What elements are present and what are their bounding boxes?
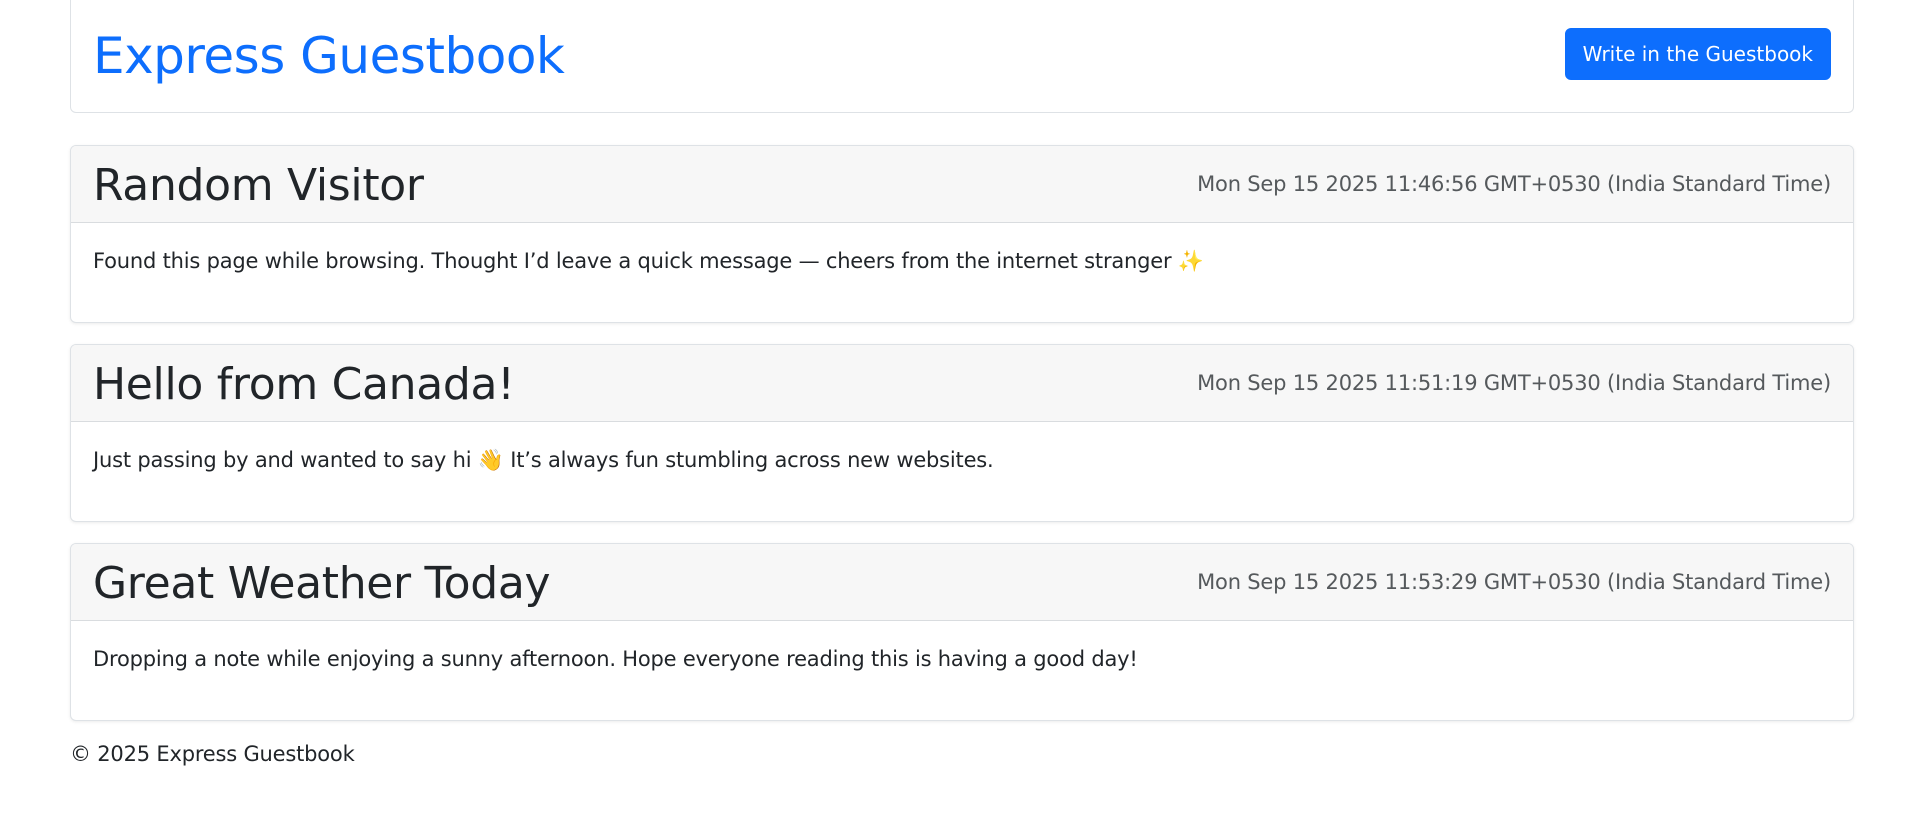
entry-message: Dropping a note while enjoying a sunny a… — [93, 647, 1138, 671]
entry-title: Random Visitor — [93, 160, 424, 211]
write-guestbook-button[interactable]: Write in the Guestbook — [1564, 28, 1831, 80]
site-footer: © 2025 Express Guestbook — [70, 742, 355, 766]
page-container: Express Guestbook Write in the Guestbook… — [70, 0, 1854, 766]
entry-message: Just passing by and wanted to say hi 👋 I… — [93, 448, 994, 472]
entry-message: Found this page while browsing. Thought … — [93, 249, 1204, 273]
entry-title: Great Weather Today — [93, 558, 551, 609]
site-header: Express Guestbook Write in the Guestbook — [70, 0, 1854, 113]
site-title: Express Guestbook — [93, 27, 565, 85]
entry-header: Random Visitor Mon Sep 15 2025 11:46:56 … — [71, 146, 1853, 223]
entry-header: Great Weather Today Mon Sep 15 2025 11:5… — [71, 544, 1853, 621]
entry-date: Mon Sep 15 2025 11:46:56 GMT+0530 (India… — [1197, 172, 1831, 196]
entries-list: Random Visitor Mon Sep 15 2025 11:46:56 … — [70, 145, 1854, 721]
entry-header: Hello from Canada! Mon Sep 15 2025 11:51… — [71, 345, 1853, 422]
entry-card: Hello from Canada! Mon Sep 15 2025 11:51… — [70, 344, 1854, 522]
entry-title: Hello from Canada! — [93, 359, 515, 410]
entry-card: Great Weather Today Mon Sep 15 2025 11:5… — [70, 543, 1854, 721]
entry-date: Mon Sep 15 2025 11:51:19 GMT+0530 (India… — [1197, 371, 1831, 395]
entry-card: Random Visitor Mon Sep 15 2025 11:46:56 … — [70, 145, 1854, 323]
entry-date: Mon Sep 15 2025 11:53:29 GMT+0530 (India… — [1197, 570, 1831, 594]
